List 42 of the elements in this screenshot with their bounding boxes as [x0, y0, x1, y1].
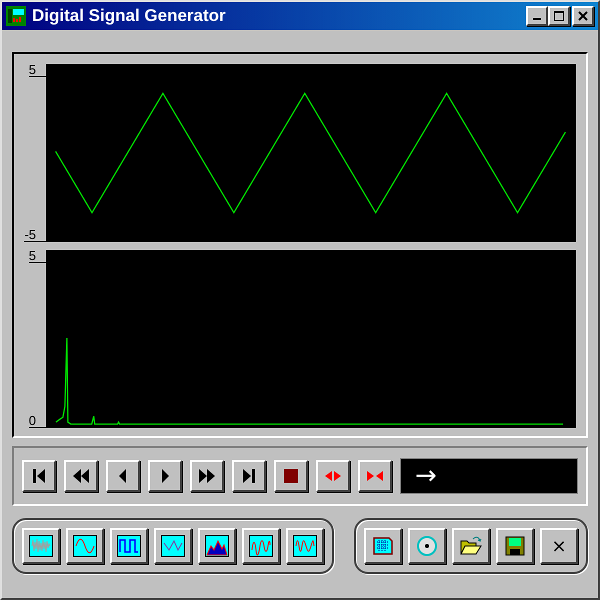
app-icon — [6, 6, 26, 26]
spread-button[interactable] — [316, 460, 350, 492]
squeeze-button[interactable] — [358, 460, 392, 492]
table-button[interactable] — [364, 528, 402, 564]
maximize-button[interactable] — [548, 6, 570, 26]
modulated-wave-icon — [249, 535, 273, 557]
direction-display: → — [400, 458, 578, 494]
open-button[interactable] — [452, 528, 490, 564]
fm-wave-button[interactable] — [286, 528, 324, 564]
stop-icon — [281, 466, 301, 486]
noise-wave-button[interactable] — [22, 528, 60, 564]
triangle-wave-icon — [161, 535, 185, 557]
fast-forward-icon — [197, 466, 217, 486]
save-button[interactable] — [496, 528, 534, 564]
am-wave-button[interactable] — [242, 528, 280, 564]
sine-wave-button[interactable] — [66, 528, 104, 564]
disc-button[interactable] — [408, 528, 446, 564]
last-button[interactable] — [232, 460, 266, 492]
modulated-wave-icon — [293, 535, 317, 557]
area-wave-button[interactable] — [198, 528, 236, 564]
rewind-icon — [71, 466, 91, 486]
noise-wave-icon — [29, 535, 53, 557]
prev-button[interactable] — [106, 460, 140, 492]
maximize-icon — [554, 11, 564, 21]
window-title: Digital Signal Generator — [32, 6, 227, 26]
stop-button[interactable] — [274, 460, 308, 492]
close-icon — [578, 11, 588, 21]
rewind-button[interactable] — [64, 460, 98, 492]
close-button[interactable]: × — [540, 528, 578, 564]
square-wave-button[interactable] — [110, 528, 148, 564]
sine-wave-icon — [73, 535, 97, 557]
open-folder-icon — [459, 535, 483, 557]
play-button[interactable] — [148, 460, 182, 492]
close-button[interactable] — [572, 6, 594, 26]
forward-button[interactable] — [190, 460, 224, 492]
minimize-button[interactable] — [526, 6, 548, 26]
disc-icon — [415, 534, 439, 558]
square-wave-icon — [117, 535, 141, 557]
triangle-wave-button[interactable] — [154, 528, 192, 564]
table-icon — [372, 535, 394, 557]
first-button[interactable] — [22, 460, 56, 492]
area-chart-icon — [205, 535, 229, 557]
